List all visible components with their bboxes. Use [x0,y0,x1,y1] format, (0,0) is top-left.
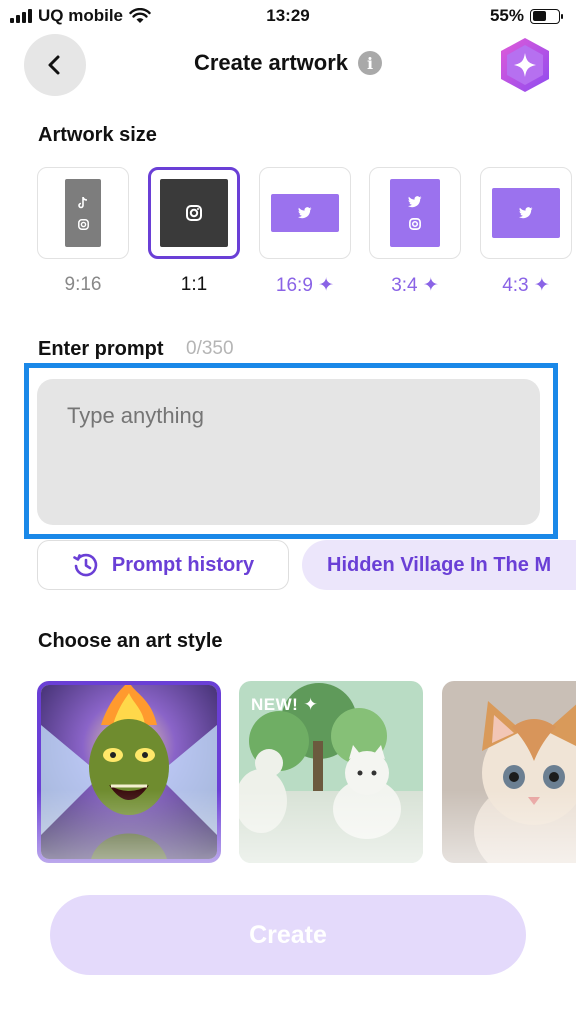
new-badge: NEW! ✦ [251,695,319,714]
size-preview-1-1 [160,179,228,247]
tiktok-icon [78,196,88,208]
sparkle-hexagon-icon [501,38,549,92]
size-option-4-3[interactable] [480,167,572,259]
status-bar: UQ mobile 13:29 55% [0,0,576,34]
premium-button[interactable] [498,36,552,94]
twitter-icon [298,207,312,219]
size-label-4-3: 4:3 ✦ [502,275,550,296]
size-option-3-4[interactable] [369,167,461,259]
size-option-9-16[interactable] [37,167,129,259]
size-label-3-4: 3:4 ✦ [391,275,439,296]
prompt-box[interactable] [37,379,540,525]
prompt-input[interactable] [67,403,507,429]
size-option-16-9[interactable] [259,167,351,259]
art-style-heading: Choose an art style [38,630,223,652]
size-option-1-1[interactable] [148,167,240,259]
prompt-history-button[interactable]: Prompt history [37,540,289,590]
history-icon [73,553,98,577]
page-title: Create artwork [193,50,349,75]
twitter-icon [408,196,422,208]
instagram-icon [186,205,202,221]
create-button-label: Create [249,920,327,949]
prompt-char-count: 0/350 [186,338,234,359]
size-preview-4-3 [492,188,560,238]
prompt-suggestion-chip[interactable]: Hidden Village In The M [302,540,576,590]
prompt-history-label: Prompt history [111,553,255,576]
instagram-icon [77,218,89,230]
size-label-9-16: 9:16 [64,274,102,295]
battery-percent: 55% [489,6,524,25]
size-preview-16-9 [271,194,339,232]
info-icon[interactable]: i [358,51,383,75]
header: Create artwork i [0,50,576,76]
artwork-size-heading: Artwork size [38,124,157,146]
prompt-suggestion-label: Hidden Village In The M [327,553,552,576]
instagram-icon [409,218,421,230]
create-button[interactable]: Create [50,895,526,975]
bottom-fade-overlay [0,790,576,910]
size-preview-9-16 [65,179,101,247]
size-label-1-1: 1:1 [180,274,208,295]
status-right: 55% [489,6,563,26]
size-preview-3-4 [390,179,440,247]
battery-icon [530,8,563,24]
twitter-icon [519,207,533,219]
enter-prompt-heading: Enter prompt [38,338,164,360]
size-label-16-9: 16:9 ✦ [275,275,335,296]
